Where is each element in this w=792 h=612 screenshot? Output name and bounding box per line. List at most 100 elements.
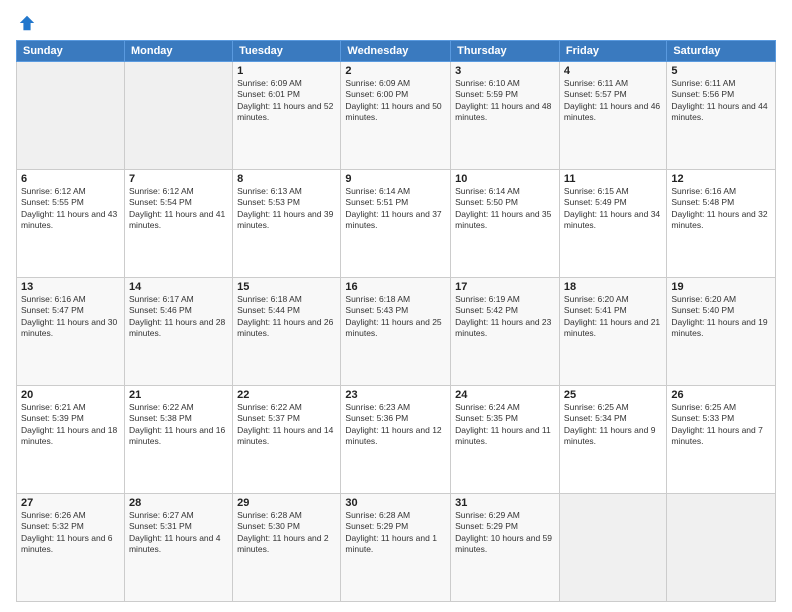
col-header-thursday: Thursday <box>451 41 560 62</box>
page: SundayMondayTuesdayWednesdayThursdayFrid… <box>0 0 792 612</box>
day-number: 7 <box>129 173 228 185</box>
day-info: Sunrise: 6:27 AMSunset: 5:31 PMDaylight:… <box>129 510 228 556</box>
day-number: 31 <box>455 497 555 509</box>
day-cell <box>17 62 125 170</box>
day-cell: 30Sunrise: 6:28 AMSunset: 5:29 PMDayligh… <box>341 494 451 602</box>
day-number: 27 <box>21 497 120 509</box>
day-cell: 15Sunrise: 6:18 AMSunset: 5:44 PMDayligh… <box>233 278 341 386</box>
day-cell: 4Sunrise: 6:11 AMSunset: 5:57 PMDaylight… <box>559 62 666 170</box>
day-cell: 18Sunrise: 6:20 AMSunset: 5:41 PMDayligh… <box>559 278 666 386</box>
day-number: 26 <box>671 389 771 401</box>
day-info: Sunrise: 6:11 AMSunset: 5:56 PMDaylight:… <box>671 78 771 124</box>
day-number: 11 <box>564 173 662 185</box>
day-info: Sunrise: 6:21 AMSunset: 5:39 PMDaylight:… <box>21 402 120 448</box>
day-info: Sunrise: 6:17 AMSunset: 5:46 PMDaylight:… <box>129 294 228 340</box>
day-cell: 31Sunrise: 6:29 AMSunset: 5:29 PMDayligh… <box>451 494 560 602</box>
day-number: 20 <box>21 389 120 401</box>
day-cell: 6Sunrise: 6:12 AMSunset: 5:55 PMDaylight… <box>17 170 125 278</box>
day-cell: 22Sunrise: 6:22 AMSunset: 5:37 PMDayligh… <box>233 386 341 494</box>
day-cell: 16Sunrise: 6:18 AMSunset: 5:43 PMDayligh… <box>341 278 451 386</box>
day-cell: 24Sunrise: 6:24 AMSunset: 5:35 PMDayligh… <box>451 386 560 494</box>
day-info: Sunrise: 6:16 AMSunset: 5:48 PMDaylight:… <box>671 186 771 232</box>
day-info: Sunrise: 6:12 AMSunset: 5:55 PMDaylight:… <box>21 186 120 232</box>
day-number: 12 <box>671 173 771 185</box>
day-number: 13 <box>21 281 120 293</box>
day-info: Sunrise: 6:29 AMSunset: 5:29 PMDaylight:… <box>455 510 555 556</box>
day-number: 17 <box>455 281 555 293</box>
day-info: Sunrise: 6:28 AMSunset: 5:30 PMDaylight:… <box>237 510 336 556</box>
day-number: 29 <box>237 497 336 509</box>
day-number: 6 <box>21 173 120 185</box>
day-info: Sunrise: 6:09 AMSunset: 6:01 PMDaylight:… <box>237 78 336 124</box>
day-info: Sunrise: 6:18 AMSunset: 5:44 PMDaylight:… <box>237 294 336 340</box>
col-header-monday: Monday <box>124 41 232 62</box>
day-cell: 28Sunrise: 6:27 AMSunset: 5:31 PMDayligh… <box>124 494 232 602</box>
day-cell: 12Sunrise: 6:16 AMSunset: 5:48 PMDayligh… <box>667 170 776 278</box>
day-cell: 21Sunrise: 6:22 AMSunset: 5:38 PMDayligh… <box>124 386 232 494</box>
day-info: Sunrise: 6:23 AMSunset: 5:36 PMDaylight:… <box>345 402 446 448</box>
day-number: 25 <box>564 389 662 401</box>
day-info: Sunrise: 6:26 AMSunset: 5:32 PMDaylight:… <box>21 510 120 556</box>
col-header-sunday: Sunday <box>17 41 125 62</box>
day-number: 16 <box>345 281 446 293</box>
col-header-tuesday: Tuesday <box>233 41 341 62</box>
day-info: Sunrise: 6:25 AMSunset: 5:33 PMDaylight:… <box>671 402 771 448</box>
day-info: Sunrise: 6:22 AMSunset: 5:38 PMDaylight:… <box>129 402 228 448</box>
day-number: 4 <box>564 65 662 77</box>
week-row-2: 6Sunrise: 6:12 AMSunset: 5:55 PMDaylight… <box>17 170 776 278</box>
day-number: 28 <box>129 497 228 509</box>
col-header-friday: Friday <box>559 41 666 62</box>
day-info: Sunrise: 6:15 AMSunset: 5:49 PMDaylight:… <box>564 186 662 232</box>
day-info: Sunrise: 6:09 AMSunset: 6:00 PMDaylight:… <box>345 78 446 124</box>
day-info: Sunrise: 6:11 AMSunset: 5:57 PMDaylight:… <box>564 78 662 124</box>
day-cell: 9Sunrise: 6:14 AMSunset: 5:51 PMDaylight… <box>341 170 451 278</box>
day-number: 30 <box>345 497 446 509</box>
day-cell: 3Sunrise: 6:10 AMSunset: 5:59 PMDaylight… <box>451 62 560 170</box>
day-cell <box>667 494 776 602</box>
day-info: Sunrise: 6:25 AMSunset: 5:34 PMDaylight:… <box>564 402 662 448</box>
day-cell: 14Sunrise: 6:17 AMSunset: 5:46 PMDayligh… <box>124 278 232 386</box>
day-cell: 1Sunrise: 6:09 AMSunset: 6:01 PMDaylight… <box>233 62 341 170</box>
day-info: Sunrise: 6:20 AMSunset: 5:40 PMDaylight:… <box>671 294 771 340</box>
day-number: 8 <box>237 173 336 185</box>
day-cell: 17Sunrise: 6:19 AMSunset: 5:42 PMDayligh… <box>451 278 560 386</box>
day-number: 14 <box>129 281 228 293</box>
day-cell: 13Sunrise: 6:16 AMSunset: 5:47 PMDayligh… <box>17 278 125 386</box>
calendar-header-row: SundayMondayTuesdayWednesdayThursdayFrid… <box>17 41 776 62</box>
week-row-4: 20Sunrise: 6:21 AMSunset: 5:39 PMDayligh… <box>17 386 776 494</box>
day-number: 10 <box>455 173 555 185</box>
logo-icon <box>18 14 36 32</box>
day-info: Sunrise: 6:10 AMSunset: 5:59 PMDaylight:… <box>455 78 555 124</box>
day-cell: 5Sunrise: 6:11 AMSunset: 5:56 PMDaylight… <box>667 62 776 170</box>
day-cell: 27Sunrise: 6:26 AMSunset: 5:32 PMDayligh… <box>17 494 125 602</box>
day-number: 22 <box>237 389 336 401</box>
day-info: Sunrise: 6:28 AMSunset: 5:29 PMDaylight:… <box>345 510 446 556</box>
day-number: 9 <box>345 173 446 185</box>
day-cell: 10Sunrise: 6:14 AMSunset: 5:50 PMDayligh… <box>451 170 560 278</box>
day-number: 19 <box>671 281 771 293</box>
day-info: Sunrise: 6:18 AMSunset: 5:43 PMDaylight:… <box>345 294 446 340</box>
week-row-5: 27Sunrise: 6:26 AMSunset: 5:32 PMDayligh… <box>17 494 776 602</box>
day-cell: 8Sunrise: 6:13 AMSunset: 5:53 PMDaylight… <box>233 170 341 278</box>
day-cell: 11Sunrise: 6:15 AMSunset: 5:49 PMDayligh… <box>559 170 666 278</box>
day-info: Sunrise: 6:16 AMSunset: 5:47 PMDaylight:… <box>21 294 120 340</box>
day-cell: 2Sunrise: 6:09 AMSunset: 6:00 PMDaylight… <box>341 62 451 170</box>
day-cell: 19Sunrise: 6:20 AMSunset: 5:40 PMDayligh… <box>667 278 776 386</box>
day-info: Sunrise: 6:12 AMSunset: 5:54 PMDaylight:… <box>129 186 228 232</box>
day-number: 3 <box>455 65 555 77</box>
header <box>16 10 776 32</box>
day-info: Sunrise: 6:14 AMSunset: 5:51 PMDaylight:… <box>345 186 446 232</box>
day-info: Sunrise: 6:14 AMSunset: 5:50 PMDaylight:… <box>455 186 555 232</box>
day-number: 15 <box>237 281 336 293</box>
col-header-wednesday: Wednesday <box>341 41 451 62</box>
day-cell: 26Sunrise: 6:25 AMSunset: 5:33 PMDayligh… <box>667 386 776 494</box>
day-info: Sunrise: 6:13 AMSunset: 5:53 PMDaylight:… <box>237 186 336 232</box>
day-number: 23 <box>345 389 446 401</box>
day-cell: 20Sunrise: 6:21 AMSunset: 5:39 PMDayligh… <box>17 386 125 494</box>
col-header-saturday: Saturday <box>667 41 776 62</box>
day-cell: 7Sunrise: 6:12 AMSunset: 5:54 PMDaylight… <box>124 170 232 278</box>
logo <box>16 14 36 32</box>
day-number: 18 <box>564 281 662 293</box>
day-number: 2 <box>345 65 446 77</box>
day-cell: 23Sunrise: 6:23 AMSunset: 5:36 PMDayligh… <box>341 386 451 494</box>
